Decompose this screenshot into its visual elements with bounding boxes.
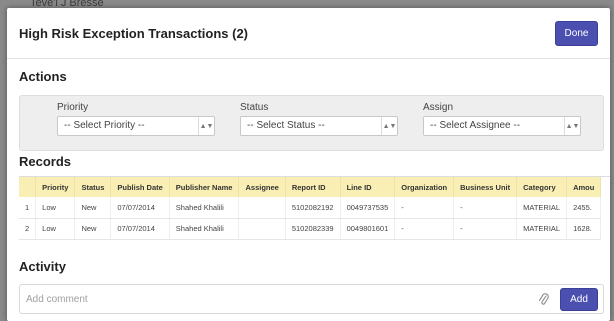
chevron-updown-icon: ▲▼	[381, 117, 397, 135]
cell-business-unit: -	[453, 197, 518, 219]
status-label: Status	[240, 102, 269, 113]
chevron-updown-icon: ▲▼	[198, 117, 214, 135]
column-header-publisher-name[interactable]: Publisher Name	[169, 177, 240, 197]
exception-transactions-modal: High Risk Exception Transactions (2) Don…	[7, 8, 610, 321]
records-table: Priority Status Publish Date Publisher N…	[19, 177, 602, 240]
modal-header: High Risk Exception Transactions (2) Don…	[7, 8, 610, 59]
cell-publisher-name: Shahed Khalili	[169, 218, 240, 240]
table-row[interactable]: 1 Low New 07/07/2014 Shahed Khalili 5102…	[19, 197, 602, 219]
paperclip-icon[interactable]	[538, 293, 550, 307]
cell-business-unit: -	[453, 218, 518, 240]
column-header-status[interactable]: Status	[74, 177, 112, 197]
actions-filter-panel: Priority -- Select Priority -- ▲▼ Status…	[19, 95, 604, 151]
cell-status: New	[74, 218, 112, 240]
comment-input[interactable]	[26, 289, 516, 309]
column-header-report-id[interactable]: Report ID	[285, 177, 341, 197]
cell-publisher-name: Shahed Khalili	[169, 197, 240, 219]
cell-organization: -	[394, 197, 455, 219]
cell-organization: -	[394, 218, 455, 240]
cell-publish-date: 07/07/2014	[110, 197, 170, 219]
column-header-index	[19, 177, 37, 197]
priority-label: Priority	[57, 102, 89, 113]
row-index: 1	[19, 197, 37, 219]
actions-section-title: Actions	[19, 69, 67, 84]
assign-select[interactable]: -- Select Assignee -- ▲▼	[423, 116, 581, 136]
assign-filter: Assign -- Select Assignee -- ▲▼	[423, 102, 581, 136]
cell-category: MATERIAL	[516, 218, 568, 240]
add-comment-button[interactable]: Add	[560, 288, 598, 311]
row-index: 2	[19, 218, 37, 240]
cell-amount: 1628.	[566, 218, 602, 240]
cell-assignee	[238, 197, 286, 219]
table-row[interactable]: 2 Low New 07/07/2014 Shahed Khalili 5102…	[19, 218, 602, 240]
done-button[interactable]: Done	[555, 21, 598, 46]
status-filter: Status -- Select Status -- ▲▼	[240, 102, 398, 136]
cell-assignee	[238, 218, 286, 240]
assign-label: Assign	[423, 102, 454, 113]
column-header-category[interactable]: Category	[516, 177, 568, 197]
status-select[interactable]: -- Select Status -- ▲▼	[240, 116, 398, 136]
cell-report-id: 5102082192	[285, 197, 341, 219]
column-header-priority[interactable]: Priority	[35, 177, 76, 197]
table-header-row: Priority Status Publish Date Publisher N…	[19, 177, 602, 197]
activity-section-title: Activity	[19, 259, 66, 274]
column-header-line-id[interactable]: Line ID	[340, 177, 396, 197]
modal-title: High Risk Exception Transactions (2)	[19, 26, 248, 41]
cell-line-id: 0049801601	[340, 218, 396, 240]
status-select-value: -- Select Status --	[247, 120, 325, 131]
priority-select-value: -- Select Priority --	[64, 120, 145, 131]
cell-report-id: 5102082339	[285, 218, 341, 240]
priority-select[interactable]: -- Select Priority -- ▲▼	[57, 116, 215, 136]
column-header-assignee[interactable]: Assignee	[238, 177, 286, 197]
cell-category: MATERIAL	[516, 197, 568, 219]
records-section-title: Records	[19, 154, 72, 169]
cell-priority: Low	[35, 218, 76, 240]
chevron-updown-icon: ▲▼	[564, 117, 580, 135]
column-header-organization[interactable]: Organization	[394, 177, 455, 197]
comment-box: Add	[19, 284, 604, 314]
cell-publish-date: 07/07/2014	[110, 218, 170, 240]
assign-select-value: -- Select Assignee --	[430, 120, 521, 131]
column-header-amount[interactable]: Amou	[566, 177, 602, 197]
priority-filter: Priority -- Select Priority -- ▲▼	[57, 102, 215, 136]
records-table-container[interactable]: Priority Status Publish Date Publisher N…	[19, 176, 610, 242]
column-header-publish-date[interactable]: Publish Date	[110, 177, 170, 197]
cell-amount: 2455.	[566, 197, 602, 219]
column-header-business-unit[interactable]: Business Unit	[453, 177, 518, 197]
cell-line-id: 0049737535	[340, 197, 396, 219]
cell-priority: Low	[35, 197, 76, 219]
cell-status: New	[74, 197, 112, 219]
